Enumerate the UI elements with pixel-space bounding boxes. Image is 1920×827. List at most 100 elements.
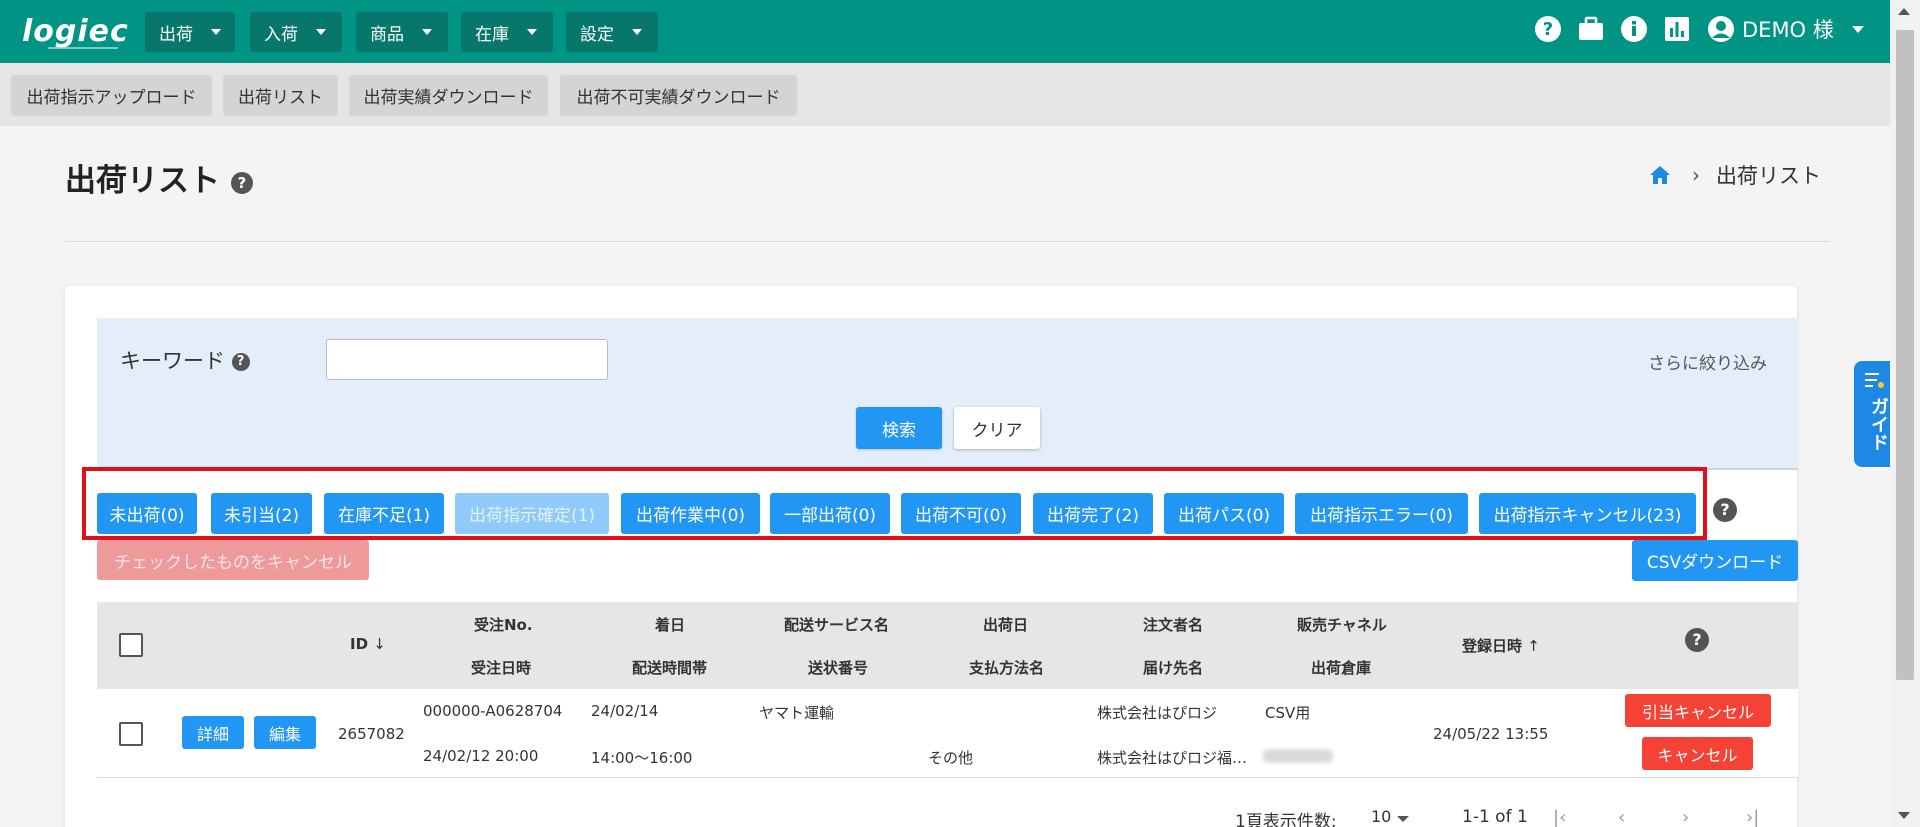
help-icon[interactable]: ? [1713, 498, 1737, 522]
first-page-icon[interactable]: |‹ [1553, 807, 1566, 827]
status-filter-unshippable[interactable]: 出荷不可(0) [901, 493, 1021, 534]
arrow-down-icon: ↓ [373, 635, 386, 653]
column-sales-channel: 販売チャネル [1297, 616, 1387, 634]
help-icon[interactable]: ? [230, 171, 253, 194]
chevron-down-icon [527, 29, 537, 35]
nav-menu-products[interactable]: 商品 [356, 12, 448, 52]
more-filter-link[interactable]: さらに絞り込み [1648, 349, 1767, 374]
select-all-checkbox[interactable] [119, 633, 143, 657]
cell-orderer: 株式会社はぴロジ [1097, 704, 1218, 722]
divider [65, 241, 1830, 242]
nav-menu-receiving[interactable]: 入荷 [250, 12, 342, 52]
cell-recipient: 株式会社はぴロジ福… [1097, 749, 1248, 767]
list-icon [1865, 373, 1884, 388]
csv-download-button[interactable]: CSVダウンロード [1632, 540, 1798, 581]
status-filter-cancelled[interactable]: 出荷指示キャンセル(23) [1479, 493, 1696, 534]
column-id[interactable]: ID ↓ [350, 635, 386, 653]
column-payment-method: 支払方法名 [969, 659, 1045, 677]
scrollbar-thumb[interactable] [1896, 30, 1914, 680]
chevron-down-icon [316, 29, 326, 35]
chevron-down-icon[interactable] [1852, 26, 1864, 33]
status-filter-pass[interactable]: 出荷パス(0) [1164, 493, 1284, 534]
help-icon[interactable]: ? [231, 353, 250, 371]
sub-navbar: 出荷指示アップロード 出荷リスト 出荷実績ダウンロード 出荷不可実績ダウンロード [0, 63, 1890, 126]
search-button[interactable]: 検索 [856, 407, 942, 449]
last-page-icon[interactable]: ›| [1746, 807, 1759, 827]
nav-menu-shipping[interactable]: 出荷 [145, 12, 235, 52]
cell-warehouse-redacted [1263, 749, 1333, 763]
cancel-order-button[interactable]: キャンセル [1642, 737, 1753, 770]
status-filter-unshipped[interactable]: 未出荷(0) [97, 493, 197, 534]
scroll-up-icon[interactable] [1898, 8, 1910, 15]
keyword-label: キーワード ? [120, 345, 250, 375]
prev-page-icon[interactable]: ‹ [1618, 807, 1625, 827]
cancel-checked-button[interactable]: チェックしたものをキャンセル [97, 540, 369, 580]
breadcrumb-current: 出荷リスト [1716, 164, 1821, 188]
status-filter-in-progress[interactable]: 出荷作業中(0) [621, 493, 760, 534]
info-icon[interactable] [1620, 15, 1648, 43]
detail-button[interactable]: 詳細 [182, 716, 244, 749]
next-page-icon[interactable]: › [1682, 807, 1689, 827]
edit-button[interactable]: 編集 [254, 716, 316, 749]
chevron-down-icon [422, 29, 432, 35]
logo-underline [48, 47, 118, 49]
cell-arrival-date: 24/02/14 [591, 702, 659, 720]
top-navbar: logiec 出荷 入荷 商品 在庫 設定 ? DEMO 様 [0, 0, 1890, 63]
cell-payment-method: その他 [928, 749, 974, 767]
chevron-right-icon: › [1692, 163, 1700, 187]
nav-menu-settings[interactable]: 設定 [566, 12, 658, 52]
page-title: 出荷リスト ? [65, 155, 253, 200]
home-icon[interactable] [1648, 164, 1672, 186]
account-icon[interactable] [1707, 15, 1735, 43]
cell-delivery-service: ヤマト運輸 [759, 704, 835, 722]
status-filter-partial[interactable]: 一部出荷(0) [770, 493, 890, 534]
briefcase-icon[interactable] [1577, 15, 1605, 43]
column-registered-at[interactable]: 登録日時 ↑ [1462, 635, 1540, 656]
column-recipient: 届け先名 [1143, 659, 1204, 677]
help-icon[interactable]: ? [1534, 15, 1562, 43]
nav-menu-inventory[interactable]: 在庫 [461, 12, 553, 52]
scroll-down-icon[interactable] [1898, 812, 1910, 819]
subnav-unshippable-results-download[interactable]: 出荷不可実績ダウンロード [560, 75, 797, 116]
cell-sales-channel: CSV用 [1265, 704, 1311, 722]
column-order-datetime: 受注日時 [471, 659, 532, 677]
column-warehouse: 出荷倉庫 [1311, 659, 1372, 677]
cell-order-no: 000000-A0628704 [423, 702, 563, 720]
column-ship-date: 出荷日 [983, 616, 1029, 634]
column-order-no: 受注No. [474, 616, 533, 634]
cell-id: 2657082 [338, 725, 405, 743]
breadcrumb: › 出荷リスト [1648, 160, 1821, 190]
bar-chart-icon[interactable] [1663, 15, 1691, 43]
column-arrival-date: 着日 [655, 616, 686, 634]
guide-tab[interactable]: ガイド [1854, 361, 1894, 467]
chevron-down-icon [632, 29, 642, 35]
chevron-down-icon [211, 29, 221, 35]
release-allocation-button[interactable]: 引当キャンセル [1625, 694, 1771, 727]
per-page-label: 1頁表示件数: [1235, 812, 1337, 827]
status-filter-unallocated[interactable]: 未引当(2) [211, 493, 312, 534]
guide-label: ガイド [1868, 397, 1889, 451]
status-filter-instruction-confirmed[interactable]: 出荷指示確定(1) [455, 493, 609, 534]
column-orderer: 注文者名 [1143, 616, 1204, 634]
clear-button[interactable]: クリア [954, 407, 1040, 449]
status-filter-out-of-stock[interactable]: 在庫不足(1) [324, 493, 444, 534]
help-icon[interactable]: ? [1685, 628, 1709, 652]
cell-order-datetime: 24/02/12 20:00 [423, 747, 539, 765]
svg-text:?: ? [1543, 19, 1553, 40]
row-checkbox[interactable] [119, 722, 143, 746]
chevron-down-icon[interactable] [1397, 816, 1409, 822]
logo[interactable]: logiec [22, 14, 129, 49]
cell-registered-at: 24/05/22 13:55 [1433, 725, 1549, 743]
subnav-shipping-results-download[interactable]: 出荷実績ダウンロード [349, 75, 548, 116]
subnav-shipping-upload[interactable]: 出荷指示アップロード [11, 75, 212, 116]
per-page-select[interactable]: 10 [1371, 807, 1391, 826]
column-tracking-no: 送状番号 [808, 659, 869, 677]
status-filter-error[interactable]: 出荷指示エラー(0) [1295, 493, 1468, 534]
cell-delivery-time: 14:00～16:00 [591, 749, 693, 767]
user-name[interactable]: DEMO 様 [1742, 14, 1834, 44]
keyword-input[interactable] [326, 339, 608, 380]
pagination-range: 1-1 of 1 [1462, 807, 1528, 827]
arrow-up-icon: ↑ [1527, 637, 1540, 655]
status-filter-completed[interactable]: 出荷完了(2) [1033, 493, 1153, 534]
subnav-shipping-list[interactable]: 出荷リスト [223, 75, 338, 116]
